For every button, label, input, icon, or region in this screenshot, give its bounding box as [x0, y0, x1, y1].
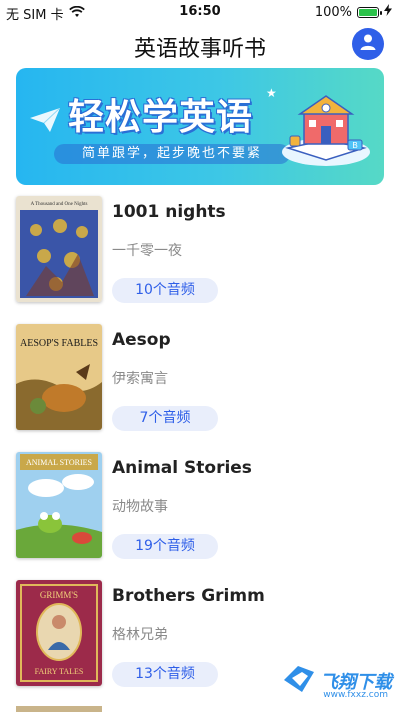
audio-count-button[interactable]: 10个音频 [112, 278, 218, 303]
star-icon: ★ [266, 86, 277, 100]
charging-icon [384, 4, 392, 20]
promo-banner[interactable]: 轻松学英语 ★ 简单跟学，起步晚也不要紧 B [16, 68, 384, 185]
user-icon [358, 32, 378, 56]
nav-bar: 英语故事听书 [0, 26, 400, 66]
school-illustration-icon: B [278, 82, 374, 178]
watermark-url: www.fxxz.com [323, 690, 388, 700]
book-title: Animal Stories [112, 458, 252, 478]
audio-count-button[interactable]: 7个音频 [112, 406, 218, 431]
cover-header-text: AESOP'S FABLES [20, 338, 98, 349]
status-bar: 无 SIM 卡 16:50 100% [0, 0, 400, 24]
profile-button[interactable] [352, 28, 384, 60]
book-subtitle: 一千零一夜 [112, 243, 182, 259]
status-right: 100% [315, 4, 392, 20]
book-item-1001-nights[interactable]: A Thousand and One Nights 1001 nights 一千… [0, 196, 400, 304]
book-title: 1001 nights [112, 202, 226, 222]
cover-footer-text: FAIRY TALES [35, 667, 84, 676]
battery-icon [357, 6, 382, 18]
next-book-cover-peek [16, 706, 102, 712]
book-subtitle: 动物故事 [112, 499, 168, 515]
book-title: Brothers Grimm [112, 586, 265, 606]
cover-header-text: A Thousand and One Nights [31, 202, 88, 207]
book-cover[interactable]: A Thousand and One Nights [16, 196, 102, 302]
watermark: 飞翔下载 www.fxxz.com [282, 664, 392, 700]
page-title: 英语故事听书 [133, 37, 266, 62]
book-cover[interactable]: GRIMM'S FAIRY TALES [16, 580, 102, 686]
banner-subtitle: 简单跟学，起步晚也不要紧 [54, 144, 290, 164]
paper-plane-icon [30, 107, 61, 136]
book-cover[interactable]: AESOP'S FABLES [16, 324, 102, 430]
battery-percent: 100% [314, 4, 352, 20]
book-title: Aesop [112, 330, 171, 350]
book-item-animal-stories[interactable]: ANIMAL STORIES Animal Stories 动物故事 19个音频 [0, 452, 400, 560]
audio-count-button[interactable]: 19个音频 [112, 534, 218, 559]
cover-header-text: ANIMAL STORIES [26, 458, 92, 467]
banner-title: 轻松学英语 [68, 97, 254, 138]
watermark-logo-icon [282, 664, 316, 698]
audio-count-button[interactable]: 13个音频 [112, 662, 218, 687]
book-subtitle: 格林兄弟 [112, 627, 168, 643]
book-cover[interactable]: ANIMAL STORIES [16, 452, 102, 558]
book-item-aesop[interactable]: AESOP'S FABLES Aesop 伊索寓言 7个音频 [0, 324, 400, 432]
cover-header-text: GRIMM'S [40, 590, 78, 600]
book-subtitle: 伊索寓言 [112, 371, 168, 387]
svg-text:B: B [352, 141, 357, 150]
